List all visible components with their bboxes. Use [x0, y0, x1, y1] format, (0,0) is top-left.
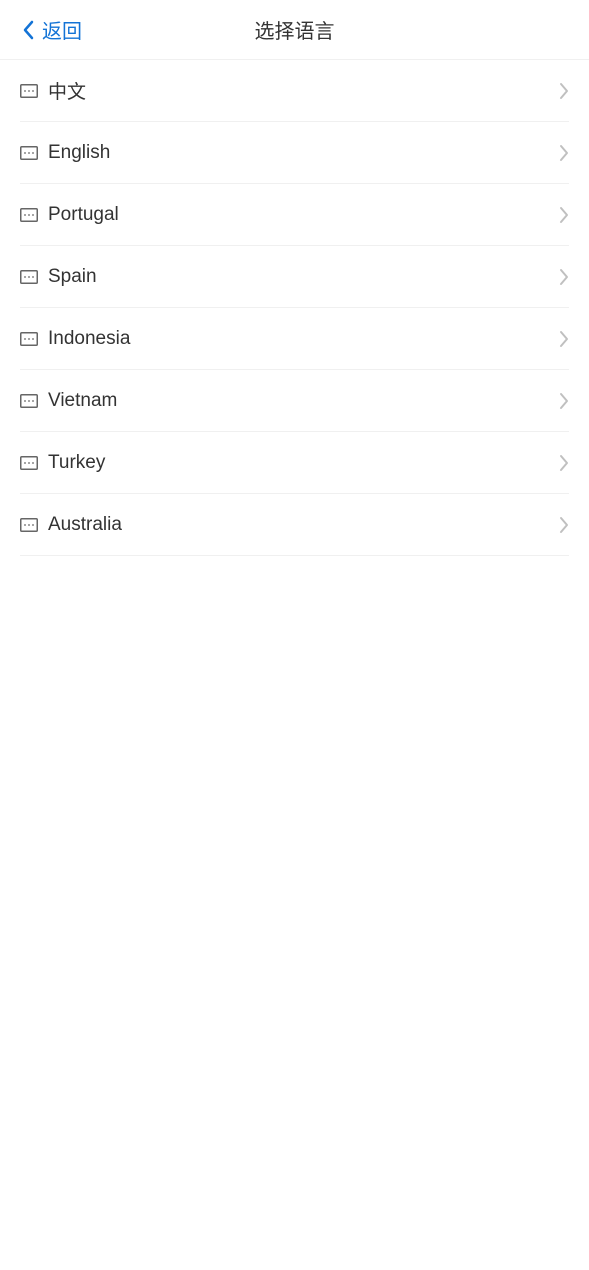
back-button[interactable]: 返回: [22, 15, 82, 44]
list-item-label: Australia: [48, 514, 559, 536]
language-icon: [20, 208, 38, 222]
language-icon: [20, 456, 38, 470]
list-item-label: English: [48, 142, 559, 164]
chevron-right-icon: [559, 516, 569, 534]
list-item-label: 中文: [48, 77, 559, 104]
chevron-right-icon: [559, 330, 569, 348]
list-item-chinese[interactable]: 中文: [20, 60, 569, 122]
list-item-indonesia[interactable]: Indonesia: [20, 308, 569, 370]
chevron-right-icon: [559, 206, 569, 224]
chevron-right-icon: [559, 82, 569, 100]
back-label: 返回: [42, 15, 82, 44]
chevron-right-icon: [559, 392, 569, 410]
list-item-spain[interactable]: Spain: [20, 246, 569, 308]
language-icon: [20, 332, 38, 346]
list-item-label: Turkey: [48, 452, 559, 474]
language-list: 中文 English: [0, 60, 589, 556]
page-title: 选择语言: [0, 15, 589, 44]
list-item-portugal[interactable]: Portugal: [20, 184, 569, 246]
list-item-label: Indonesia: [48, 328, 559, 350]
language-icon: [20, 518, 38, 532]
language-icon: [20, 270, 38, 284]
list-item-turkey[interactable]: Turkey: [20, 432, 569, 494]
chevron-right-icon: [559, 268, 569, 286]
list-item-australia[interactable]: Australia: [20, 494, 569, 556]
chevron-right-icon: [559, 144, 569, 162]
list-item-label: Portugal: [48, 204, 559, 226]
chevron-right-icon: [559, 454, 569, 472]
language-icon: [20, 394, 38, 408]
chevron-left-icon: [22, 20, 34, 40]
list-item-english[interactable]: English: [20, 122, 569, 184]
language-icon: [20, 146, 38, 160]
list-item-label: Vietnam: [48, 390, 559, 412]
header: 返回 选择语言: [0, 0, 589, 60]
list-item-label: Spain: [48, 266, 559, 288]
language-icon: [20, 84, 38, 98]
list-item-vietnam[interactable]: Vietnam: [20, 370, 569, 432]
